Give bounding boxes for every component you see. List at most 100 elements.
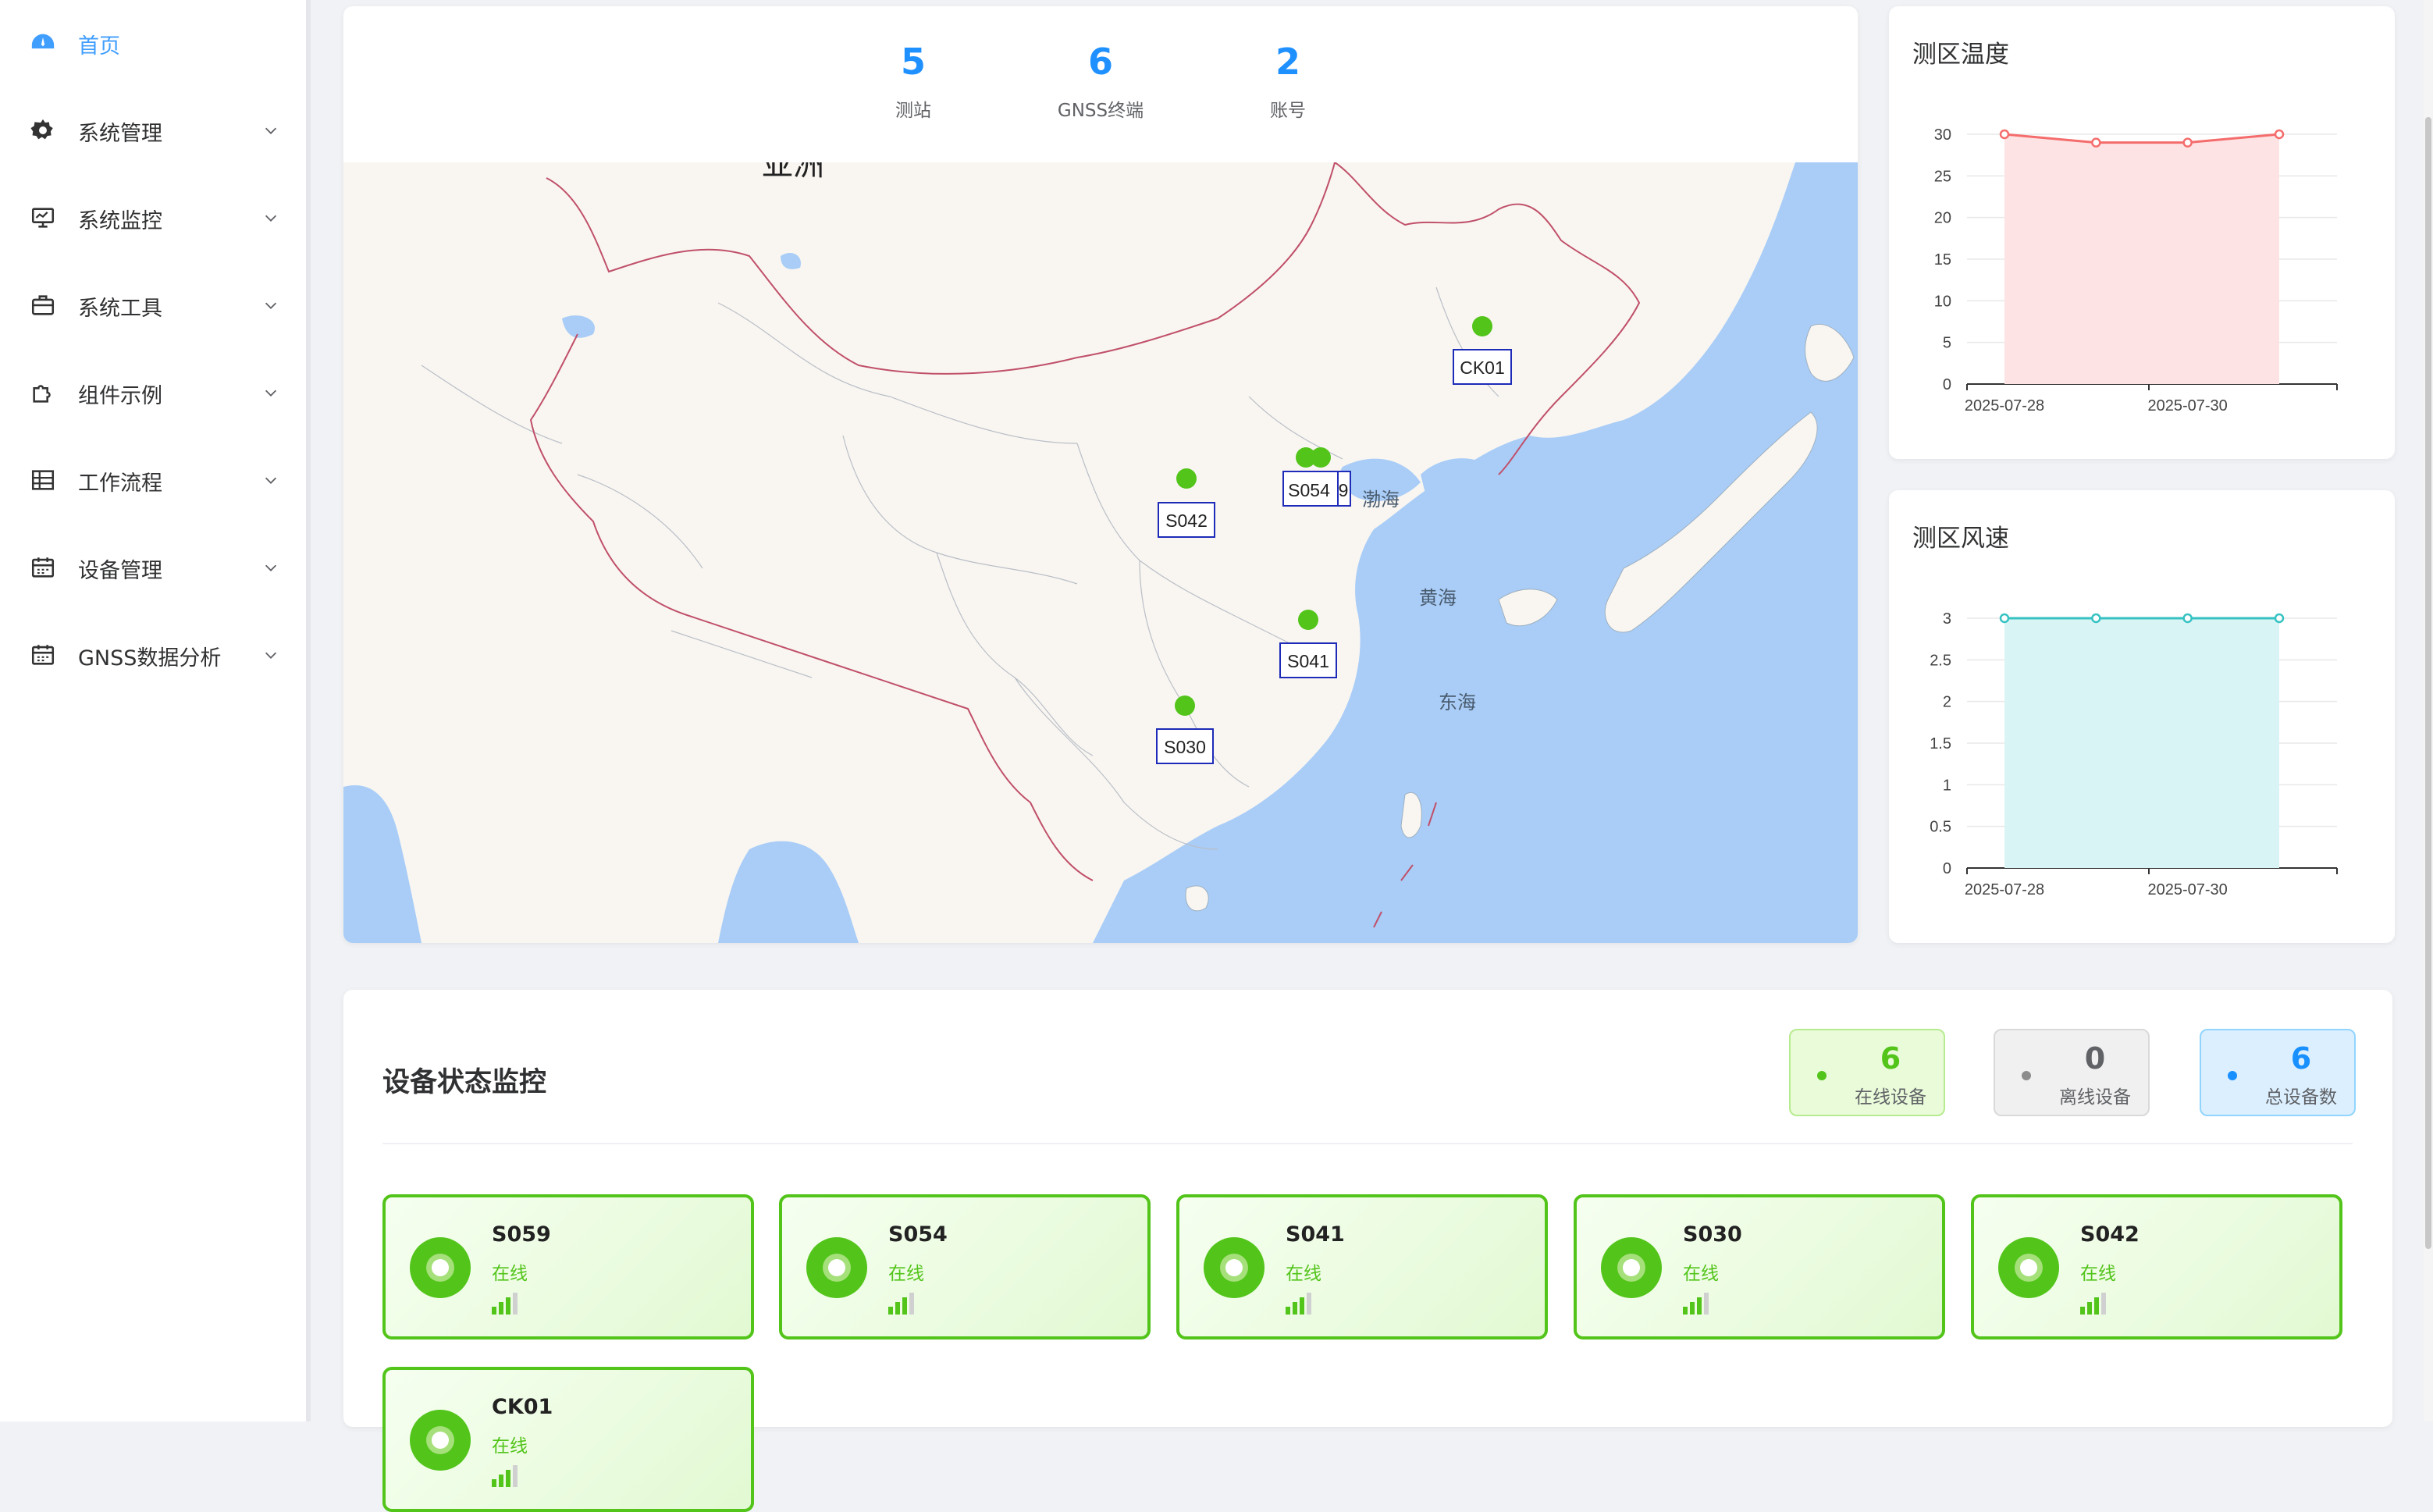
map-marker-label-overlap: 9 [1339, 480, 1349, 500]
sidebar-item-system-monitor[interactable]: 系统监控 [0, 180, 306, 258]
device-monitor-card: 设备状态监控 6 在线设备 0 离线设备 6 总设备数 S059 在线 S054 在线… [343, 990, 2392, 1512]
x-tick-label: 2025-07-28 [1965, 881, 2044, 898]
sidebar-item-device-management[interactable]: 设备管理 [0, 529, 306, 607]
sidebar: 首页 系统管理 系统监控 系统工具 组件示例 工作流程 设备管理 GNSS数据分… [0, 0, 311, 1421]
badge-label: 离线设备 [2059, 1087, 2131, 1108]
chevron-down-icon [265, 215, 277, 222]
data-point[interactable] [1999, 129, 2010, 140]
station-map[interactable]: 亚洲 渤海 黄海 东海 CK01 S054 9 S042 S041 S030 [343, 162, 1858, 943]
device-card[interactable]: CK01 在线 [382, 1367, 754, 1512]
map-label-continent: 亚洲 [762, 162, 824, 182]
sidebar-item-label: 首页 [78, 34, 120, 59]
x-tick-label: 2025-07-30 [2148, 881, 2228, 898]
sidebar-item-component-examples[interactable]: 组件示例 [0, 354, 306, 432]
sidebar-item-label: 设备管理 [78, 558, 162, 583]
y-tick-label: 30 [1934, 126, 1951, 144]
y-tick-label: 1 [1943, 777, 1951, 794]
y-tick-label: 1.5 [1930, 735, 1951, 752]
sidebar-item-workflow[interactable]: 工作流程 [0, 442, 306, 520]
status-dot [2228, 1071, 2237, 1080]
device-status: 在线 [1286, 1264, 1321, 1284]
stat-gnss-terminals[interactable]: 6 GNSS终端 [1023, 44, 1179, 122]
stat-value: 5 [900, 41, 926, 83]
online-status-icon [410, 1237, 471, 1298]
sidebar-item-home[interactable]: 首页 [0, 5, 306, 83]
data-point[interactable] [1999, 613, 2010, 624]
map-label-yellow-sea: 黄海 [1419, 588, 1457, 609]
map-marker-label: S054 [1288, 480, 1330, 500]
y-tick-label: 3 [1943, 610, 1951, 628]
device-status: 在线 [1683, 1264, 1719, 1284]
signal-strength-icon [492, 1293, 518, 1315]
signal-strength-icon [1683, 1293, 1709, 1315]
device-card[interactable]: S059 在线 [382, 1194, 754, 1339]
device-name: S041 [1286, 1222, 1345, 1247]
total-devices-badge[interactable]: 6 总设备数 [2200, 1029, 2356, 1116]
stat-value: 6 [1087, 41, 1113, 83]
data-point[interactable] [2182, 137, 2193, 148]
offline-devices-badge[interactable]: 0 离线设备 [1994, 1029, 2150, 1116]
stat-accounts[interactable]: 2 账号 [1210, 44, 1366, 122]
sidebar-item-label: 系统工具 [78, 296, 162, 321]
sidebar-item-system-tools[interactable]: 系统工具 [0, 267, 306, 345]
data-point[interactable] [2274, 613, 2285, 624]
device-card[interactable]: S041 在线 [1176, 1194, 1548, 1339]
data-point[interactable] [2091, 613, 2101, 624]
sidebar-item-gnss-analysis[interactable]: GNSS数据分析 [0, 617, 306, 695]
area-fill [2004, 134, 2279, 384]
device-card[interactable]: S030 在线 [1574, 1194, 1945, 1339]
map-marker-label: S041 [1287, 651, 1329, 671]
map-marker-label: S030 [1164, 737, 1206, 757]
device-name: S059 [492, 1222, 551, 1247]
device-name: S042 [2080, 1222, 2140, 1247]
status-dot [1817, 1071, 1827, 1080]
data-point[interactable] [2274, 129, 2285, 140]
toolbox-icon [31, 295, 55, 315]
chevron-down-icon [265, 390, 277, 397]
online-status-icon [806, 1237, 867, 1298]
data-point[interactable] [2091, 137, 2101, 148]
stat-value: 2 [1275, 41, 1300, 83]
chevron-down-icon [265, 477, 277, 484]
monitor-icon [31, 208, 55, 228]
device-status: 在线 [492, 1264, 528, 1284]
device-name: S030 [1683, 1222, 1742, 1247]
chevron-down-icon [265, 127, 277, 134]
stat-stations[interactable]: 5 测站 [835, 44, 991, 122]
device-card[interactable]: S042 在线 [1971, 1194, 2342, 1339]
calendar-icon [31, 557, 55, 578]
y-tick-label: 0.5 [1930, 819, 1951, 836]
wind-speed-chart[interactable]: 0 0.5 1 1.5 2 2.5 3 2025-07-28 2025-07-30 [1889, 490, 2395, 943]
online-devices-badge[interactable]: 6 在线设备 [1789, 1029, 1945, 1116]
temperature-chart-card: 测区温度 0 5 10 15 20 25 30 2025-07-28 2025-07-30 [1889, 6, 2395, 459]
stat-label: GNSS终端 [1057, 101, 1144, 121]
page-scrollbar-thumb[interactable] [2425, 117, 2431, 1249]
online-status-icon [1601, 1237, 1662, 1298]
y-tick-label: 0 [1943, 376, 1951, 393]
y-tick-label: 2 [1943, 694, 1951, 711]
x-tick-label: 2025-07-28 [1965, 397, 2044, 414]
sidebar-item-system-management[interactable]: 系统管理 [0, 92, 306, 170]
device-card[interactable]: S054 在线 [779, 1194, 1151, 1339]
badge-value: 6 [1880, 1041, 1901, 1076]
monitor-title: 设备状态监控 [382, 1067, 547, 1098]
signal-strength-icon [1286, 1293, 1311, 1315]
y-tick-label: 0 [1943, 860, 1951, 877]
badge-label: 总设备数 [2265, 1087, 2337, 1108]
y-tick-label: 20 [1934, 210, 1951, 227]
x-tick-label: 2025-07-30 [2148, 397, 2228, 414]
sidebar-item-label: 系统管理 [78, 121, 162, 146]
wind-chart-card: 测区风速 0 0.5 1 1.5 2 2.5 3 2025-07-28 2025-07-30 [1889, 490, 2395, 943]
sidebar-item-label: 工作流程 [78, 471, 162, 496]
map-marker-label: S042 [1165, 511, 1208, 531]
chevron-down-icon [265, 564, 277, 571]
device-status: 在线 [2080, 1264, 2116, 1284]
status-dot [2022, 1071, 2031, 1080]
y-tick-label: 15 [1934, 251, 1951, 269]
y-tick-label: 5 [1943, 335, 1951, 352]
temperature-chart[interactable]: 0 5 10 15 20 25 30 2025-07-28 2025-07-30 [1889, 6, 2395, 459]
stat-label: 测站 [895, 101, 931, 121]
gear-icon [30, 119, 53, 140]
data-point[interactable] [2182, 613, 2193, 624]
y-tick-label: 10 [1934, 293, 1951, 310]
